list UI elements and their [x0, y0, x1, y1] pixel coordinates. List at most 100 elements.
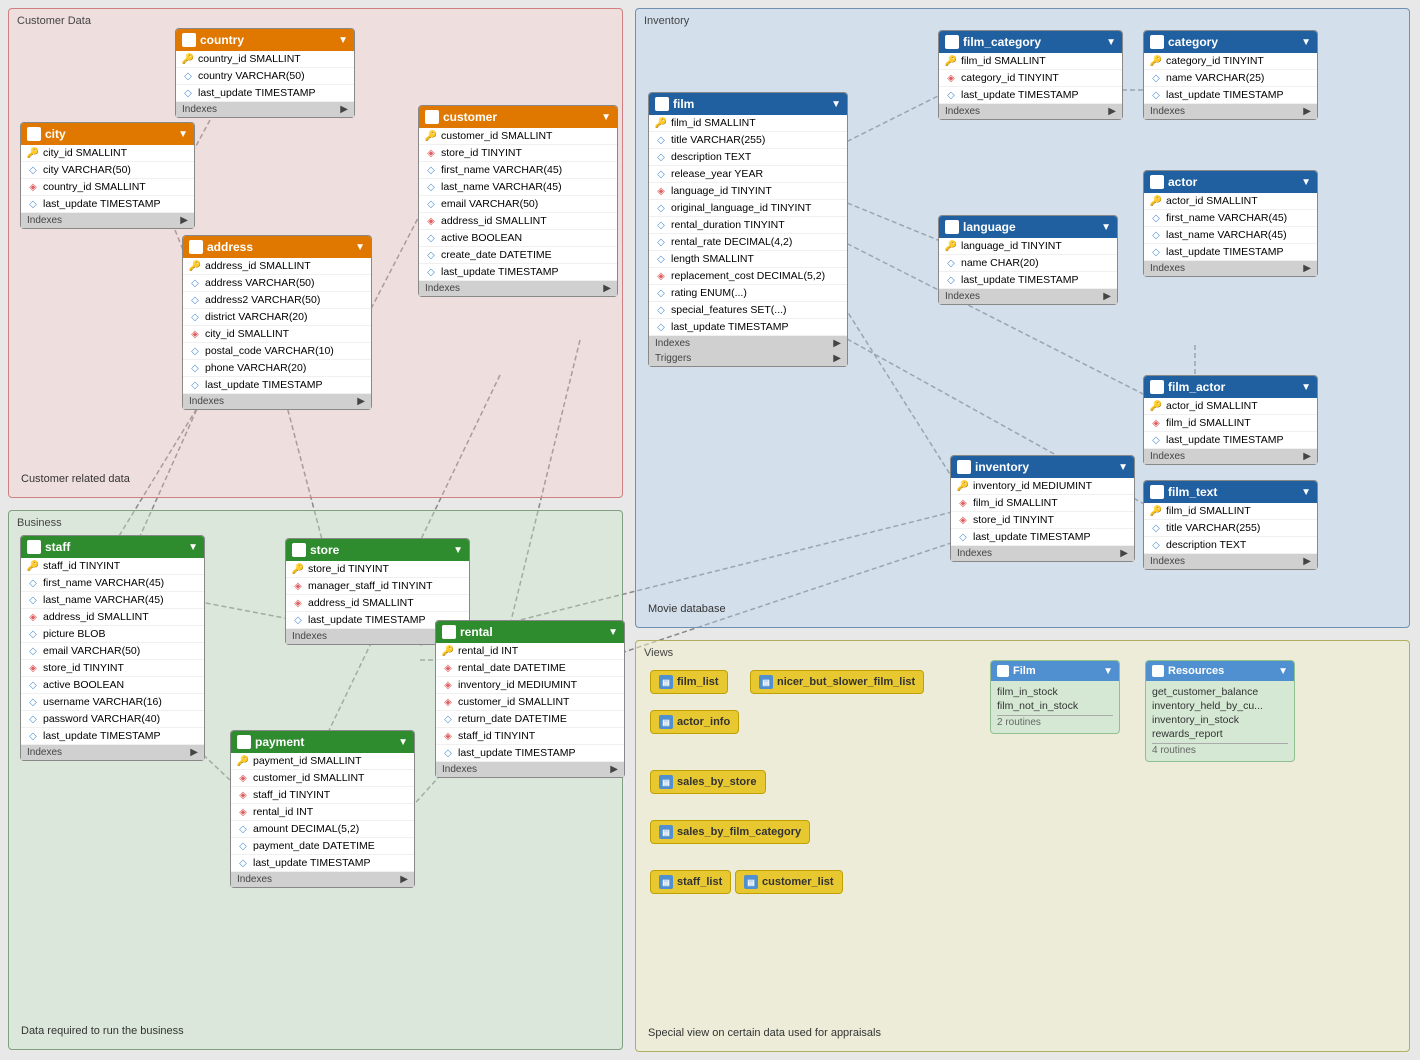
language-indexes[interactable]: Indexes ▶	[939, 289, 1117, 304]
resources-routine-header[interactable]: Resources ▼	[1146, 661, 1294, 681]
field-row: ◇country VARCHAR(50)	[176, 68, 354, 85]
diamond-icon: ◇	[27, 645, 39, 657]
fk-icon: ◈	[237, 806, 249, 818]
film-category-dropdown[interactable]: ▼	[1106, 37, 1116, 48]
actor-dropdown[interactable]: ▼	[1301, 177, 1311, 188]
film-actor-indexes[interactable]: Indexes ▶	[1144, 449, 1317, 464]
diamond-icon: ◇	[1150, 89, 1162, 101]
address-dropdown[interactable]: ▼	[355, 242, 365, 253]
fk-icon: ◈	[425, 147, 437, 159]
film-table-icon	[655, 97, 669, 111]
fk-icon: ◈	[292, 580, 304, 592]
diamond-icon: ◇	[182, 87, 194, 99]
field-row: ◇description TEXT	[649, 149, 847, 166]
field-row: ◇last_name VARCHAR(45)	[1144, 227, 1317, 244]
film-text-dropdown[interactable]: ▼	[1301, 487, 1311, 498]
rental-indexes[interactable]: Indexes ▶	[436, 762, 624, 777]
address-table-icon	[189, 240, 203, 254]
language-header[interactable]: language ▼	[939, 216, 1117, 238]
film-category-header[interactable]: film_category ▼	[939, 31, 1122, 53]
address-header[interactable]: address ▼	[183, 236, 371, 258]
film-category-body: 🔑film_id SMALLINT ◈category_id TINYINT ◇…	[939, 53, 1122, 104]
diamond-icon: ◇	[655, 168, 667, 180]
payment-table-icon	[237, 735, 251, 749]
staff-header[interactable]: staff ▼	[21, 536, 204, 558]
film-text-header[interactable]: film_text ▼	[1144, 481, 1317, 503]
country-indexes[interactable]: Indexes ▶	[176, 102, 354, 117]
film-actor-header[interactable]: film_actor ▼	[1144, 376, 1317, 398]
language-dropdown[interactable]: ▼	[1101, 222, 1111, 233]
resources-routine-dropdown[interactable]: ▼	[1278, 666, 1288, 677]
nicer-film-list-view-icon: ▤	[759, 675, 773, 689]
view-actor-info[interactable]: ▤ actor_info	[650, 710, 739, 734]
payment-indexes[interactable]: Indexes ▶	[231, 872, 414, 887]
film-routine-header[interactable]: Film ▼	[991, 661, 1119, 681]
store-header[interactable]: store ▼	[286, 539, 469, 561]
country-header[interactable]: country ▼	[176, 29, 354, 51]
inventory-indexes[interactable]: Indexes ▶	[951, 546, 1134, 561]
city-body: 🔑city_id SMALLINT ◇city VARCHAR(50) ◈cou…	[21, 145, 194, 213]
category-indexes[interactable]: Indexes ▶	[1144, 104, 1317, 119]
category-header[interactable]: category ▼	[1144, 31, 1317, 53]
film-list-label: film_list	[677, 676, 719, 688]
film-actor-dropdown[interactable]: ▼	[1301, 382, 1311, 393]
field-row: 🔑city_id SMALLINT	[21, 145, 194, 162]
diamond-icon: ◇	[237, 840, 249, 852]
customer-dropdown[interactable]: ▼	[601, 112, 611, 123]
customer-header[interactable]: customer ▼	[419, 106, 617, 128]
rental-dropdown[interactable]: ▼	[608, 627, 618, 638]
field-row: ◇title VARCHAR(255)	[1144, 520, 1317, 537]
field-row: 🔑film_id SMALLINT	[649, 115, 847, 132]
field-row: ◇name VARCHAR(25)	[1144, 70, 1317, 87]
resources-routine-title: Resources	[1168, 665, 1224, 677]
film-category-indexes[interactable]: Indexes ▶	[939, 104, 1122, 119]
diamond-icon: ◇	[27, 696, 39, 708]
field-row: ◇rating ENUM(...)	[649, 285, 847, 302]
city-header[interactable]: city ▼	[21, 123, 194, 145]
view-sales-by-film-category[interactable]: ▤ sales_by_film_category	[650, 820, 810, 844]
field-row: 🔑film_id SMALLINT	[939, 53, 1122, 70]
nicer-film-list-label: nicer_but_slower_film_list	[777, 676, 915, 688]
sales-by-store-view-icon: ▤	[659, 775, 673, 789]
film-category-table-icon	[945, 35, 959, 49]
payment-dropdown[interactable]: ▼	[398, 737, 408, 748]
fk-icon: ◈	[442, 696, 454, 708]
view-sales-by-store[interactable]: ▤ sales_by_store	[650, 770, 766, 794]
city-dropdown[interactable]: ▼	[178, 129, 188, 140]
film-table-name: film	[673, 97, 694, 111]
actor-header[interactable]: actor ▼	[1144, 171, 1317, 193]
category-dropdown[interactable]: ▼	[1301, 37, 1311, 48]
diamond-icon: ◇	[189, 294, 201, 306]
view-customer-list[interactable]: ▤ customer_list	[735, 870, 843, 894]
film-text-indexes[interactable]: Indexes ▶	[1144, 554, 1317, 569]
customer-indexes[interactable]: Indexes ▶	[419, 281, 617, 296]
fk-icon: ◈	[442, 679, 454, 691]
film-routine-dropdown[interactable]: ▼	[1103, 666, 1113, 677]
film-dropdown[interactable]: ▼	[831, 99, 841, 110]
view-staff-list[interactable]: ▤ staff_list	[650, 870, 731, 894]
store-dropdown[interactable]: ▼	[453, 545, 463, 556]
staff-dropdown[interactable]: ▼	[188, 542, 198, 553]
field-row: ◈address_id SMALLINT	[21, 609, 204, 626]
actor-indexes[interactable]: Indexes ▶	[1144, 261, 1317, 276]
rental-header[interactable]: rental ▼	[436, 621, 624, 643]
resources-routine-icon	[1152, 665, 1164, 677]
fk-icon: ◈	[27, 611, 39, 623]
payment-body: 🔑payment_id SMALLINT ◈customer_id SMALLI…	[231, 753, 414, 872]
film-header[interactable]: film ▼	[649, 93, 847, 115]
address-indexes[interactable]: Indexes ▶	[183, 394, 371, 409]
view-nicer-film-list[interactable]: ▤ nicer_but_slower_film_list	[750, 670, 924, 694]
table-film-text: film_text ▼ 🔑film_id SMALLINT ◇title VAR…	[1143, 480, 1318, 570]
film-indexes[interactable]: Indexes ▶	[649, 336, 847, 351]
film-triggers[interactable]: Triggers ▶	[649, 351, 847, 366]
city-indexes[interactable]: Indexes ▶	[21, 213, 194, 228]
fk-icon: ◈	[189, 328, 201, 340]
inventory-dropdown[interactable]: ▼	[1118, 462, 1128, 473]
staff-indexes[interactable]: Indexes ▶	[21, 745, 204, 760]
payment-header[interactable]: payment ▼	[231, 731, 414, 753]
view-film-list[interactable]: ▤ film_list	[650, 670, 728, 694]
film-text-table-icon	[1150, 485, 1164, 499]
inventory-header[interactable]: inventory ▼	[951, 456, 1134, 478]
diamond-icon: ◇	[189, 311, 201, 323]
country-dropdown[interactable]: ▼	[338, 35, 348, 46]
